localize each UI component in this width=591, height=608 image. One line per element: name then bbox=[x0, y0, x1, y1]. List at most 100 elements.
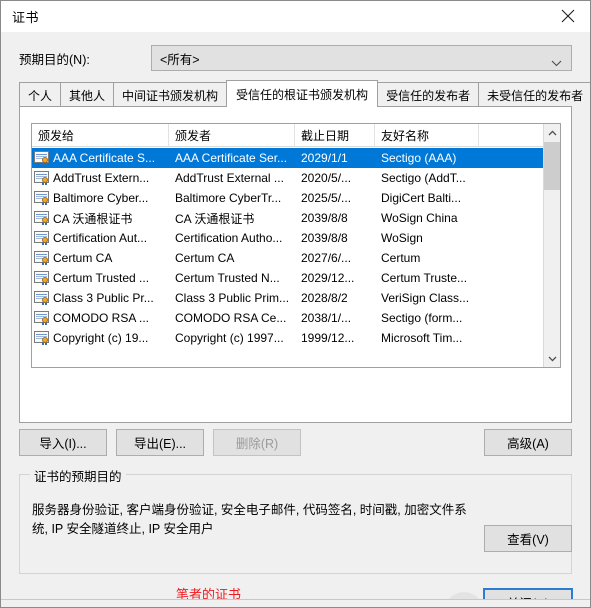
cell-issued_to: Certum Trusted ... bbox=[32, 271, 169, 285]
column-header-2[interactable]: 截止日期 bbox=[295, 124, 375, 147]
cell-issued_to: CA 沃通根证书 bbox=[32, 210, 169, 227]
column-header-1[interactable]: 颁发者 bbox=[169, 124, 295, 147]
tab-label: 受信任的根证书颁发机构 bbox=[236, 87, 369, 102]
cell-expiry: 2039/8/8 bbox=[295, 211, 375, 225]
cell-text: Class 3 Public Pr... bbox=[53, 291, 154, 305]
cell-expiry: 2028/8/2 bbox=[295, 291, 375, 305]
cell-text: Copyright (c) 1997... bbox=[175, 331, 284, 345]
cell-text: Sectigo (form... bbox=[381, 311, 463, 325]
cell-text: CA 沃通根证书 bbox=[175, 211, 255, 226]
cell-issued_by: Baltimore CyberTr... bbox=[169, 191, 295, 205]
certificate-intended-purposes-group: 证书的预期目的 服务器身份验证, 客户端身份验证, 安全电子邮件, 代码签名, … bbox=[19, 466, 572, 574]
certificate-icon bbox=[34, 211, 50, 225]
cell-issued_to: Copyright (c) 19... bbox=[32, 331, 169, 345]
table-row[interactable]: AddTrust Extern... AddTrust External ... 2… bbox=[32, 168, 544, 188]
cell-text: DigiCert Balti... bbox=[381, 191, 462, 205]
table-row[interactable]: Copyright (c) 19... Copyright (c) 1997...… bbox=[32, 328, 544, 348]
cell-text: 2039/8/8 bbox=[301, 211, 348, 225]
tab-2[interactable]: 中间证书颁发机构 bbox=[113, 82, 228, 107]
cell-text: 2029/1/1 bbox=[301, 151, 348, 165]
cell-text: AAA Certificate Ser... bbox=[175, 151, 288, 165]
chevron-up-icon[interactable] bbox=[544, 124, 560, 141]
cell-text: Certum Trusted N... bbox=[175, 271, 280, 285]
cell-expiry: 2027/6/... bbox=[295, 251, 375, 265]
tab-3[interactable]: 受信任的根证书颁发机构 bbox=[226, 80, 379, 107]
cell-friendly: Certum bbox=[375, 251, 479, 265]
close-icon[interactable] bbox=[545, 1, 590, 31]
table-row[interactable]: COMODO RSA ... COMODO RSA Ce... 2038/1/...… bbox=[32, 308, 544, 328]
tab-5[interactable]: 未受信任的发布者 bbox=[478, 82, 590, 107]
cell-text: AddTrust Extern... bbox=[53, 171, 150, 185]
cell-expiry: 2039/8/8 bbox=[295, 231, 375, 245]
cell-text: Certum CA bbox=[175, 251, 235, 265]
tab-0[interactable]: 个人 bbox=[19, 82, 62, 107]
cell-text: CA 沃通根证书 bbox=[53, 211, 133, 226]
table-row[interactable]: Certum Trusted ... Certum Trusted N... 202… bbox=[32, 268, 544, 288]
certificate-icon bbox=[34, 171, 50, 185]
cell-text: Copyright (c) 19... bbox=[53, 331, 149, 345]
cell-issued_to: Certum CA bbox=[32, 251, 169, 265]
cell-text: 2029/12... bbox=[301, 271, 355, 285]
intended-purpose-dropdown[interactable]: <所有> bbox=[151, 45, 572, 71]
certificate-icon bbox=[34, 271, 50, 285]
cell-issued_by: Certum CA bbox=[169, 251, 295, 265]
table-row[interactable]: Certification Aut... Certification Autho.… bbox=[32, 228, 544, 248]
certificate-icon bbox=[34, 331, 50, 345]
cell-expiry: 2029/1/1 bbox=[295, 151, 375, 165]
cell-text: VeriSign Class... bbox=[381, 291, 470, 305]
cell-text: AddTrust External ... bbox=[175, 171, 284, 185]
cell-text: 2020/5/... bbox=[301, 171, 352, 185]
intended-purpose-label: 预期目的(N): bbox=[19, 53, 90, 67]
tab-label: 受信任的发布者 bbox=[386, 88, 471, 103]
certificate-icon bbox=[34, 231, 50, 245]
column-header-3[interactable]: 友好名称 bbox=[375, 124, 479, 147]
tab-4[interactable]: 受信任的发布者 bbox=[377, 82, 480, 107]
scrollbar-thumb[interactable] bbox=[544, 142, 560, 190]
cell-text: Certum CA bbox=[53, 251, 113, 265]
cell-text: Certum bbox=[381, 251, 421, 265]
column-header-label: 颁发给 bbox=[38, 129, 75, 143]
table-row[interactable]: Baltimore Cyber... Baltimore CyberTr... 20… bbox=[32, 188, 544, 208]
table-row[interactable]: CA 沃通根证书 CA 沃通根证书 2039/8/8 WoSign China bbox=[32, 208, 544, 228]
tab-label: 中间证书颁发机构 bbox=[122, 88, 219, 103]
cell-friendly: DigiCert Balti... bbox=[375, 191, 479, 205]
intended-purpose-row: 预期目的(N): <所有> bbox=[19, 45, 572, 71]
table-row[interactable]: Class 3 Public Pr... Class 3 Public Prim.… bbox=[32, 288, 544, 308]
table-row[interactable]: AAA Certificate S... AAA Certificate Ser.… bbox=[32, 148, 544, 168]
dialog-bottom-strip bbox=[1, 599, 590, 607]
title-bar: 证书 bbox=[1, 1, 590, 32]
cell-issued_by: Class 3 Public Prim... bbox=[169, 291, 295, 305]
certificates-dialog: 证书 预期目的(N): <所有> 个人 其他人 中间证书颁发机构 受信任的根证书颁发机… bbox=[0, 0, 591, 608]
chevron-down-icon bbox=[551, 54, 562, 72]
cell-text: 2028/8/2 bbox=[301, 291, 348, 305]
cell-text: Certum Truste... bbox=[381, 271, 468, 285]
certificate-list[interactable]: 颁发给 颁发者 截止日期 友好名称 AAA Certificate S... AAA C… bbox=[31, 123, 561, 368]
cell-issued_by: Copyright (c) 1997... bbox=[169, 331, 295, 345]
cell-text: COMODO RSA Ce... bbox=[175, 311, 287, 325]
export-button[interactable]: 导出(E)... bbox=[116, 429, 204, 456]
cell-expiry: 2025/5/... bbox=[295, 191, 375, 205]
advanced-button[interactable]: 高级(A) bbox=[484, 429, 572, 456]
column-header-0[interactable]: 颁发给 bbox=[32, 124, 169, 147]
import-button[interactable]: 导入(I)... bbox=[19, 429, 107, 456]
intended-purpose-value: <所有> bbox=[160, 52, 200, 67]
table-row[interactable]: Certum CA Certum CA 2027/6/... Certum bbox=[32, 248, 544, 268]
group-purposes-text: 服务器身份验证, 客户端身份验证, 安全电子邮件, 代码签名, 时间戳, 加密文… bbox=[32, 503, 467, 536]
column-header-4[interactable] bbox=[479, 124, 544, 147]
cell-friendly: Microsoft Tim... bbox=[375, 331, 479, 345]
cell-issued_by: Certum Trusted N... bbox=[169, 271, 295, 285]
chevron-down-icon[interactable] bbox=[544, 350, 560, 367]
cell-text: 2039/8/8 bbox=[301, 231, 348, 245]
cell-text: Certification Aut... bbox=[53, 231, 148, 245]
cell-issued_to: AddTrust Extern... bbox=[32, 171, 169, 185]
cell-issued_to: AAA Certificate S... bbox=[32, 151, 169, 165]
column-header-label: 友好名称 bbox=[381, 129, 430, 143]
cell-issued_to: Class 3 Public Pr... bbox=[32, 291, 169, 305]
tab-1[interactable]: 其他人 bbox=[60, 82, 115, 107]
cell-text: Microsoft Tim... bbox=[381, 331, 463, 345]
cell-friendly: WoSign bbox=[375, 231, 479, 245]
cell-expiry: 2029/12... bbox=[295, 271, 375, 285]
remove-button: 删除(R) bbox=[213, 429, 301, 456]
list-scrollbar[interactable] bbox=[543, 124, 560, 367]
view-button[interactable]: 查看(V) bbox=[484, 525, 572, 552]
